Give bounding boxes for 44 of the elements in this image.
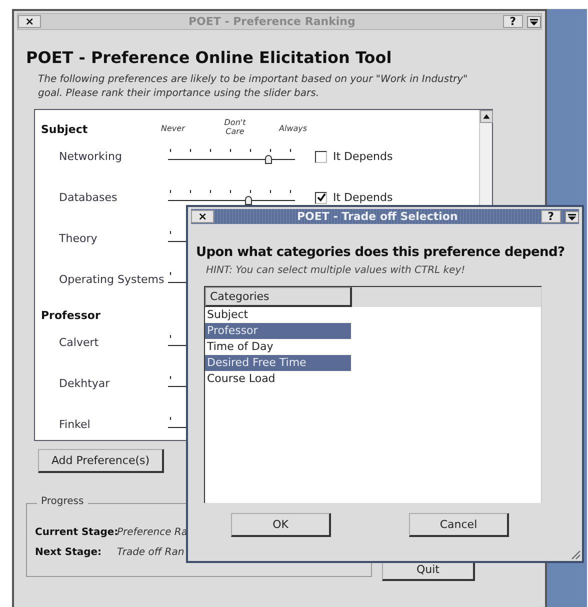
heading: POET - Preference Online Elicitation Tool [26,48,393,67]
stage-value: Trade off Ran [117,546,184,558]
group-title: Progress [37,496,88,507]
preference-label: Theory [58,232,98,245]
slider[interactable] [168,148,295,164]
add-preference-button[interactable]: Add Preference(s) [38,449,164,473]
resize-grip-icon[interactable] [569,548,581,560]
preference-label: Calvert [58,336,100,349]
group-header: Professor [41,309,102,322]
checkbox[interactable] [315,192,327,204]
scale-label: Don't Care [223,118,247,136]
close-button[interactable]: × [191,210,214,223]
window-title: POET - Preference Ranking [187,15,356,28]
list-item[interactable]: Course Load [205,371,351,387]
list-item[interactable]: Subject [205,307,351,323]
preference-label: Operating Systems [58,273,166,286]
stage-label: Current Stage: [35,526,117,538]
stage-label: Next Stage: [35,546,103,558]
preference-label: Finkel [58,418,92,431]
preference-label: Dekhtyar [58,377,111,390]
list-item[interactable]: Professor [205,323,351,339]
description: The following preferences are likely to be important based on your "Work in Industry" goal. Please rank their importance using the slider bars. [38,73,469,101]
checkbox[interactable] [315,150,327,162]
hint: HINT: You can select multiple values with CTRL key! [206,265,466,276]
scale-label: Always [279,124,308,133]
checkbox-label: It Depends [333,150,393,163]
scale-label: Never [161,124,185,133]
preference-label: Databases [58,191,118,204]
menu-icon[interactable] [565,210,579,222]
preference-label: Networking [58,150,123,163]
scroll-up-icon[interactable] [480,110,493,123]
column-header[interactable]: Categories [205,287,352,307]
slider-thumb[interactable] [264,154,272,164]
dialog-button[interactable]: OK [231,513,331,537]
group-header: Subject [41,123,89,136]
list-item[interactable]: Desired Free Time [205,355,351,371]
checkbox-label: It Depends [333,191,393,204]
slider-thumb[interactable] [245,196,252,204]
list-item[interactable]: Time of Day [205,339,351,355]
help-button[interactable]: ? [540,210,561,223]
window-title: POET - Trade off Selection [296,210,459,223]
dialog-button[interactable]: Cancel [409,513,509,537]
question: Upon what categories does this preference depend? [196,244,565,262]
slider[interactable] [168,190,295,206]
